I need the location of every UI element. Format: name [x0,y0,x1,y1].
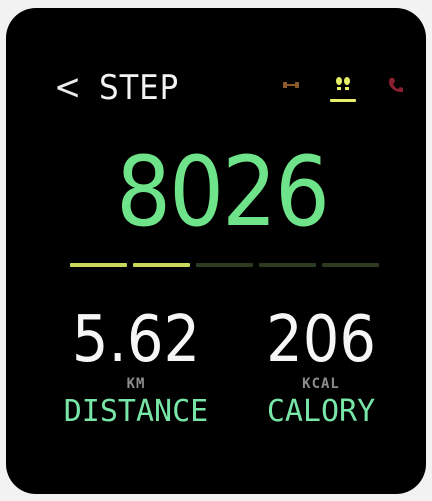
distance-label: DISTANCE [63,394,209,429]
active-indicator [330,99,356,102]
progress-segment [322,263,379,267]
progress-segment [70,263,127,267]
calory-value: 206 [266,303,376,377]
distance-value: 5.62 [71,303,201,377]
watch-screen: < STEP 8026 5.62 KM DISTANCE 206 KCAL CA… [6,8,426,494]
progress-segment [259,263,316,267]
step-count: 8026 [116,136,330,248]
distance-metric: 5.62 KM DISTANCE [56,308,216,429]
distance-unit: KM [126,376,146,392]
sleep-icon[interactable] [281,74,301,96]
page-title: STEP [99,68,180,108]
back-button[interactable]: < [54,70,81,106]
progress-segment [196,263,253,267]
mode-icons [281,74,405,102]
calory-unit: KCAL [302,376,340,392]
steps-icon[interactable] [330,74,356,102]
phone-icon[interactable] [385,74,405,96]
header: < STEP [54,70,179,106]
goal-progress-bar [70,263,379,267]
calory-label: CALORY [266,394,376,429]
progress-segment [133,263,190,267]
calory-metric: 206 KCAL CALORY [256,308,386,429]
